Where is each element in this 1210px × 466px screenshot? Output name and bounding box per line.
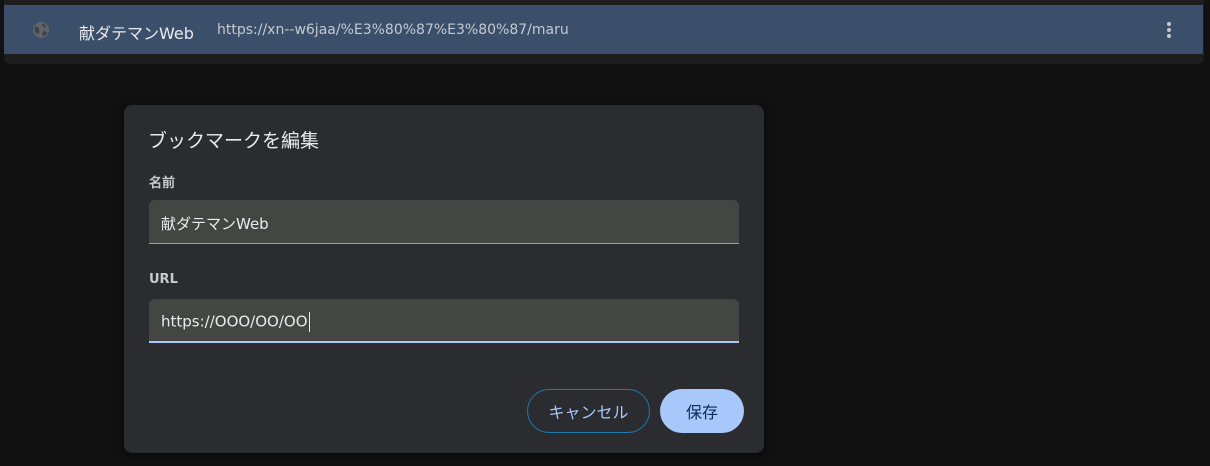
url-value-wrap: https://OOO/OO/OO (161, 312, 310, 332)
name-field[interactable]: 献ダテマンWeb (149, 200, 739, 244)
url-field[interactable]: https://OOO/OO/OO (149, 299, 739, 343)
dialog-title: ブックマークを編集 (148, 130, 320, 152)
more-vertical-icon[interactable] (1158, 18, 1180, 42)
url-label: URL (149, 272, 178, 287)
url-value: https://OOO/OO/OO (161, 312, 308, 331)
text-caret (308, 312, 310, 332)
cancel-button[interactable]: キャンセル (527, 389, 650, 433)
bookmark-title: 献ダテマンWeb (79, 24, 194, 43)
globe-icon (33, 22, 49, 38)
name-label: 名前 (149, 176, 176, 191)
bookmark-row[interactable]: 献ダテマンWeb https://xn--w6jaa/%E3%80%87%E3%… (4, 5, 1203, 54)
name-value: 献ダテマンWeb (161, 215, 269, 233)
save-button[interactable]: 保存 (660, 389, 744, 433)
bookmark-url: https://xn--w6jaa/%E3%80%87%E3%80%87/mar… (217, 22, 569, 38)
edit-bookmark-dialog: ブックマークを編集 名前 献ダテマンWeb URL https://OOO/OO… (124, 105, 764, 453)
